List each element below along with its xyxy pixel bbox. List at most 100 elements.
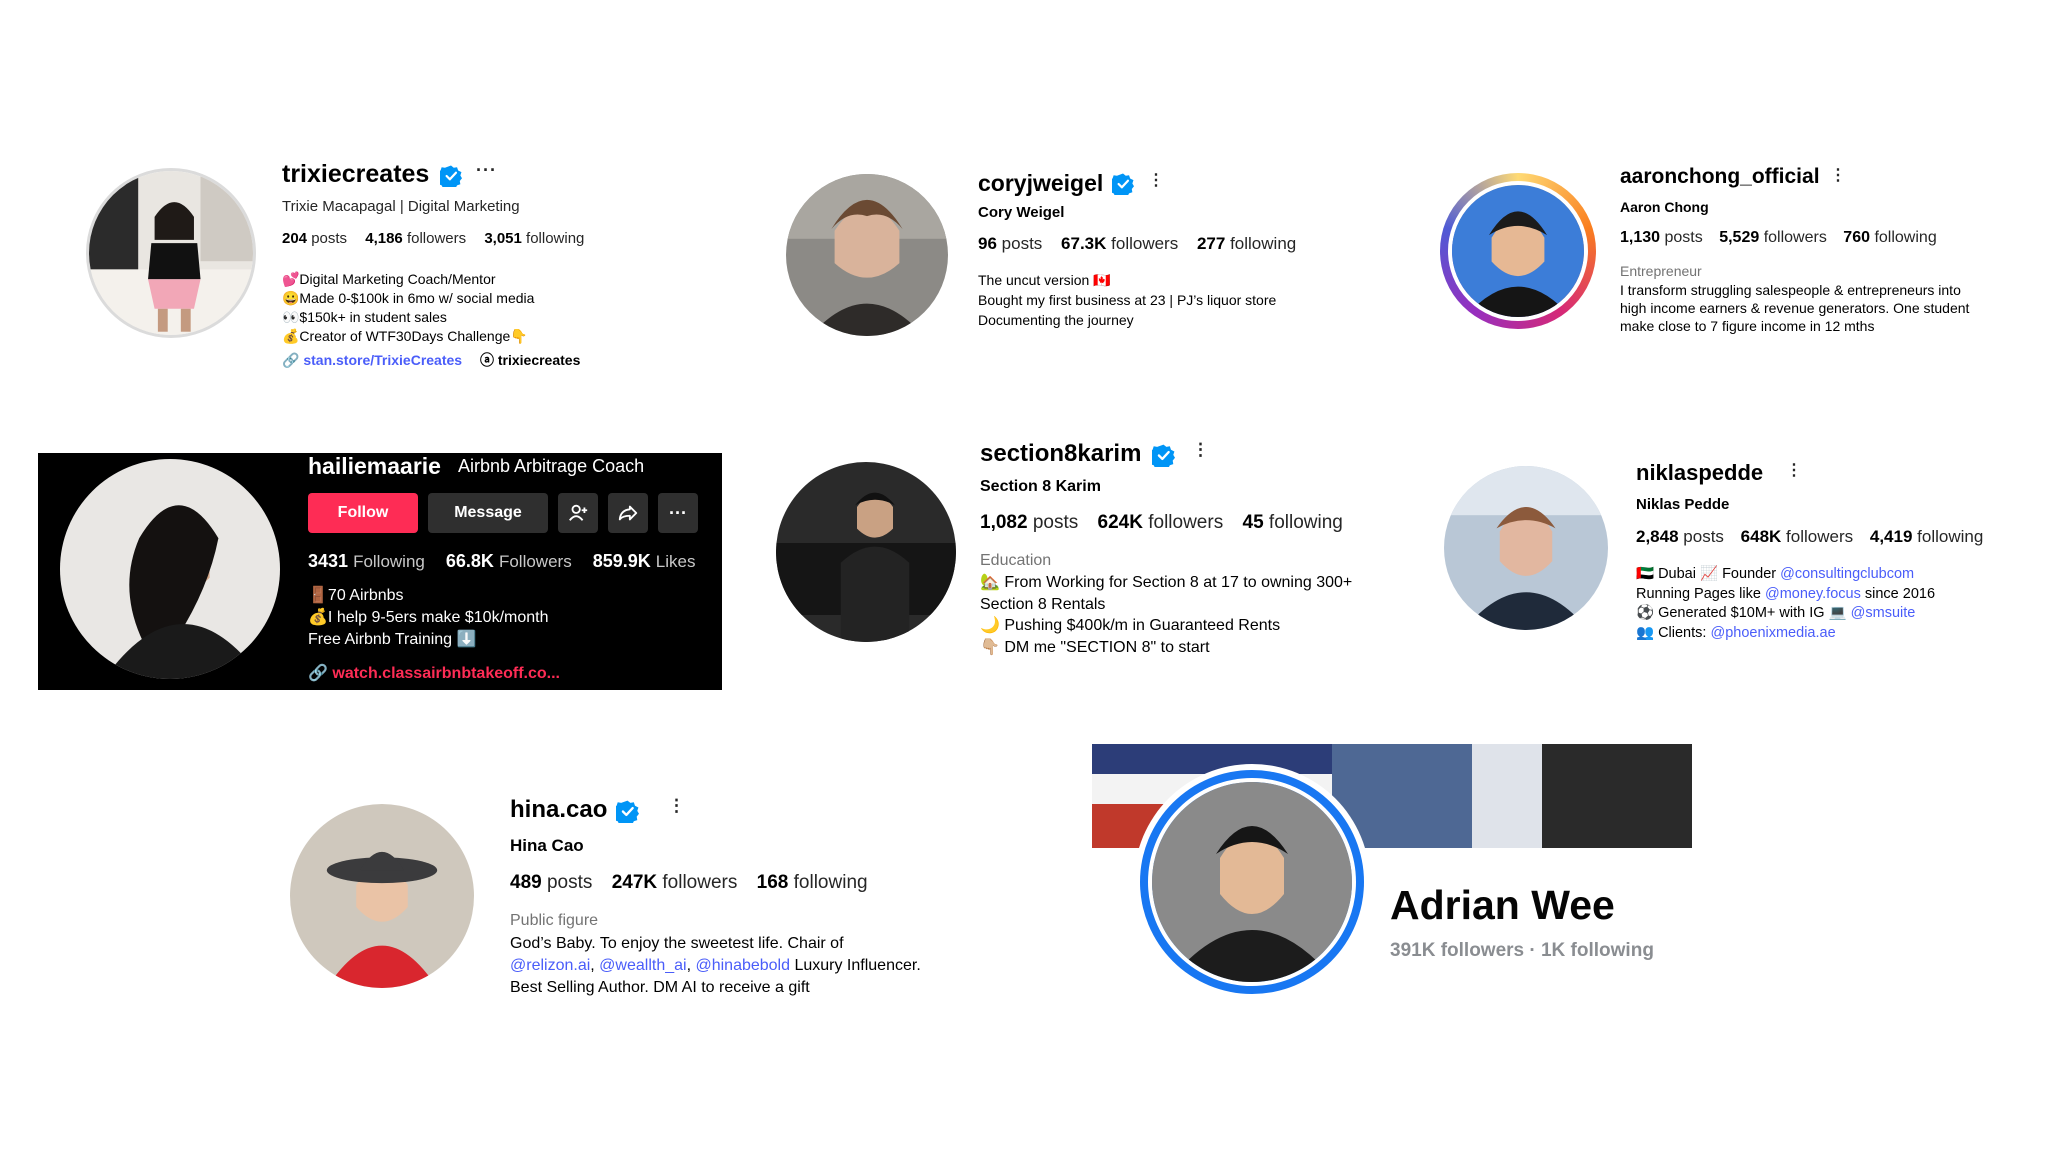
mention-link[interactable]: @smsuite xyxy=(1851,605,1916,621)
stats-row: 489 posts 247K followers 168 following xyxy=(510,872,868,894)
avatar[interactable] xyxy=(786,174,948,336)
more-options-icon[interactable]: ⋮ xyxy=(1192,440,1210,460)
following-count[interactable]: 3431 xyxy=(308,551,348,571)
followers-count[interactable]: 4,186 xyxy=(365,230,403,247)
avatar[interactable] xyxy=(1134,764,1370,1000)
avatar[interactable] xyxy=(1444,466,1608,630)
bio-line: 💕Digital Marketing Coach/Mentor xyxy=(282,271,496,287)
followers-count[interactable]: 66.8K xyxy=(446,551,494,571)
following-count[interactable]: 277 xyxy=(1197,234,1225,253)
username[interactable]: hailiemaarie xyxy=(308,453,441,480)
mention-link[interactable]: @relizon.ai xyxy=(510,957,590,974)
message-button[interactable]: Message xyxy=(428,493,548,533)
avatar xyxy=(1448,181,1588,321)
followers-label[interactable]: followers xyxy=(662,872,737,893)
category: Entrepreneur xyxy=(1620,263,1702,279)
likes-count: 859.9K xyxy=(592,551,651,571)
mention-link[interactable]: @money.focus xyxy=(1765,586,1861,602)
more-options-icon[interactable]: ⋮ xyxy=(1786,460,1803,480)
category: Education xyxy=(980,552,1052,569)
avatar-story-ring[interactable] xyxy=(1440,173,1596,329)
avatar[interactable] xyxy=(60,459,280,679)
bio-text: ⚽ Generated $10M+ with IG 💻 xyxy=(1636,605,1851,621)
bio-line: Documenting the journey xyxy=(978,312,1134,328)
verified-badge-icon xyxy=(616,800,639,823)
more-button[interactable]: ··· xyxy=(658,493,698,533)
username[interactable]: coryjweigel xyxy=(978,170,1103,197)
followers-count[interactable]: 5,529 xyxy=(1719,229,1759,246)
followers-label[interactable]: followers xyxy=(1764,229,1827,246)
followers-count[interactable]: 247K xyxy=(612,872,657,893)
more-options-icon[interactable]: ⋮ xyxy=(668,796,686,816)
more-options-icon[interactable]: ⋮ xyxy=(1148,170,1165,190)
followers-label[interactable]: Followers xyxy=(499,552,572,571)
profile-card-trixiecreates: trixiecreates ··· Trixie Macapagal | Dig… xyxy=(80,160,640,380)
following-label[interactable]: following xyxy=(1230,234,1296,253)
bio-line: 🚪70 Airbnbs xyxy=(308,587,404,604)
following-label[interactable]: following xyxy=(1917,527,1983,546)
follow-stats[interactable]: 391K followers · 1K following xyxy=(1390,940,1654,962)
followers-label[interactable]: followers xyxy=(407,230,466,247)
bio-line: Best Selling Author. DM AI to receive a … xyxy=(510,979,810,996)
username[interactable]: trixiecreates xyxy=(282,160,429,189)
followers-label[interactable]: followers xyxy=(1111,234,1178,253)
following-count[interactable]: 45 xyxy=(1243,512,1264,533)
bio-line: 🇦🇪 Dubai 📈 Founder @consultingclubcom xyxy=(1636,565,1935,585)
full-name: Niklas Pedde xyxy=(1636,496,1730,513)
full-name: Trixie Macapagal | Digital Marketing xyxy=(282,198,520,215)
follow-button[interactable]: Follow xyxy=(308,493,418,533)
share-icon xyxy=(618,505,638,521)
link-icon: 🔗 xyxy=(308,665,328,682)
bio: God’s Baby. To enjoy the sweetest life. … xyxy=(510,933,921,999)
following-label[interactable]: following xyxy=(794,872,868,893)
following-label[interactable]: following xyxy=(1874,229,1936,246)
full-name: Section 8 Karim xyxy=(980,478,1101,495)
profile-card-adrianwee: Adrian Wee 391K followers · 1K following xyxy=(1092,744,1692,1004)
profile-card-niklaspedde: niklaspedde ⋮ Niklas Pedde 2,848 posts 6… xyxy=(1440,460,2030,650)
posts-label: posts xyxy=(1683,527,1724,546)
following-count[interactable]: 168 xyxy=(757,872,789,893)
bio-link[interactable]: watch.classairbnbtakeoff.co... xyxy=(332,665,560,682)
add-friend-button[interactable] xyxy=(558,493,598,533)
posts-count: 2,848 xyxy=(1636,527,1679,546)
following-label[interactable]: following xyxy=(526,230,584,247)
more-options-icon[interactable]: ⋮ xyxy=(1830,165,1847,185)
more-options-icon[interactable]: ··· xyxy=(476,160,497,181)
profile-name: Adrian Wee xyxy=(1390,882,1615,928)
mention-link[interactable]: @weallth_ai xyxy=(599,957,686,974)
username[interactable]: hina.cao xyxy=(510,796,607,824)
mention-link[interactable]: @hinabebold xyxy=(695,957,790,974)
posts-count: 96 xyxy=(978,234,997,253)
bio-line: Free Airbnb Training ⬇️ xyxy=(308,631,477,648)
following-label[interactable]: following xyxy=(1269,512,1343,533)
followers-count[interactable]: 648K xyxy=(1741,527,1782,546)
bio: 💕Digital Marketing Coach/Mentor 😀Made 0-… xyxy=(282,270,534,346)
following-count[interactable]: 3,051 xyxy=(484,230,522,247)
bio: I transform struggling salespeople & ent… xyxy=(1620,281,1969,335)
profile-card-aaronchong: aaronchong_official ⋮ Aaron Chong 1,130 … xyxy=(1440,165,2020,340)
mention-link[interactable]: @phoenixmedia.ae xyxy=(1710,625,1835,641)
username[interactable]: niklaspedde xyxy=(1636,460,1763,486)
threads-link[interactable]: trixiecreates xyxy=(498,352,581,368)
username[interactable]: aaronchong_official xyxy=(1620,165,1820,189)
bio-link[interactable]: stan.store/TrixieCreates xyxy=(303,352,462,368)
avatar[interactable] xyxy=(86,168,256,338)
followers-label[interactable]: followers xyxy=(1786,527,1853,546)
stats-row: 204 posts 4,186 followers 3,051 followin… xyxy=(282,230,584,247)
mention-link[interactable]: @consultingclubcom xyxy=(1780,566,1914,582)
followers-label[interactable]: followers xyxy=(1148,512,1223,533)
following-count[interactable]: 4,419 xyxy=(1870,527,1913,546)
follow-button-label: Follow xyxy=(337,504,389,521)
full-name: Cory Weigel xyxy=(978,204,1065,221)
bio: 🇦🇪 Dubai 📈 Founder @consultingclubcom Ru… xyxy=(1636,565,1935,643)
following-count[interactable]: 760 xyxy=(1843,229,1870,246)
bio-line: 🌙 Pushing $400k/m in Guaranteed Rents xyxy=(980,617,1281,634)
avatar[interactable] xyxy=(776,462,956,642)
avatar[interactable] xyxy=(290,804,474,988)
followers-count[interactable]: 624K xyxy=(1098,512,1143,533)
followers-count[interactable]: 67.3K xyxy=(1061,234,1106,253)
following-label[interactable]: Following xyxy=(353,552,425,571)
bio-text: since 2016 xyxy=(1860,585,1936,602)
username[interactable]: section8karim xyxy=(980,440,1141,468)
share-button[interactable] xyxy=(608,493,648,533)
